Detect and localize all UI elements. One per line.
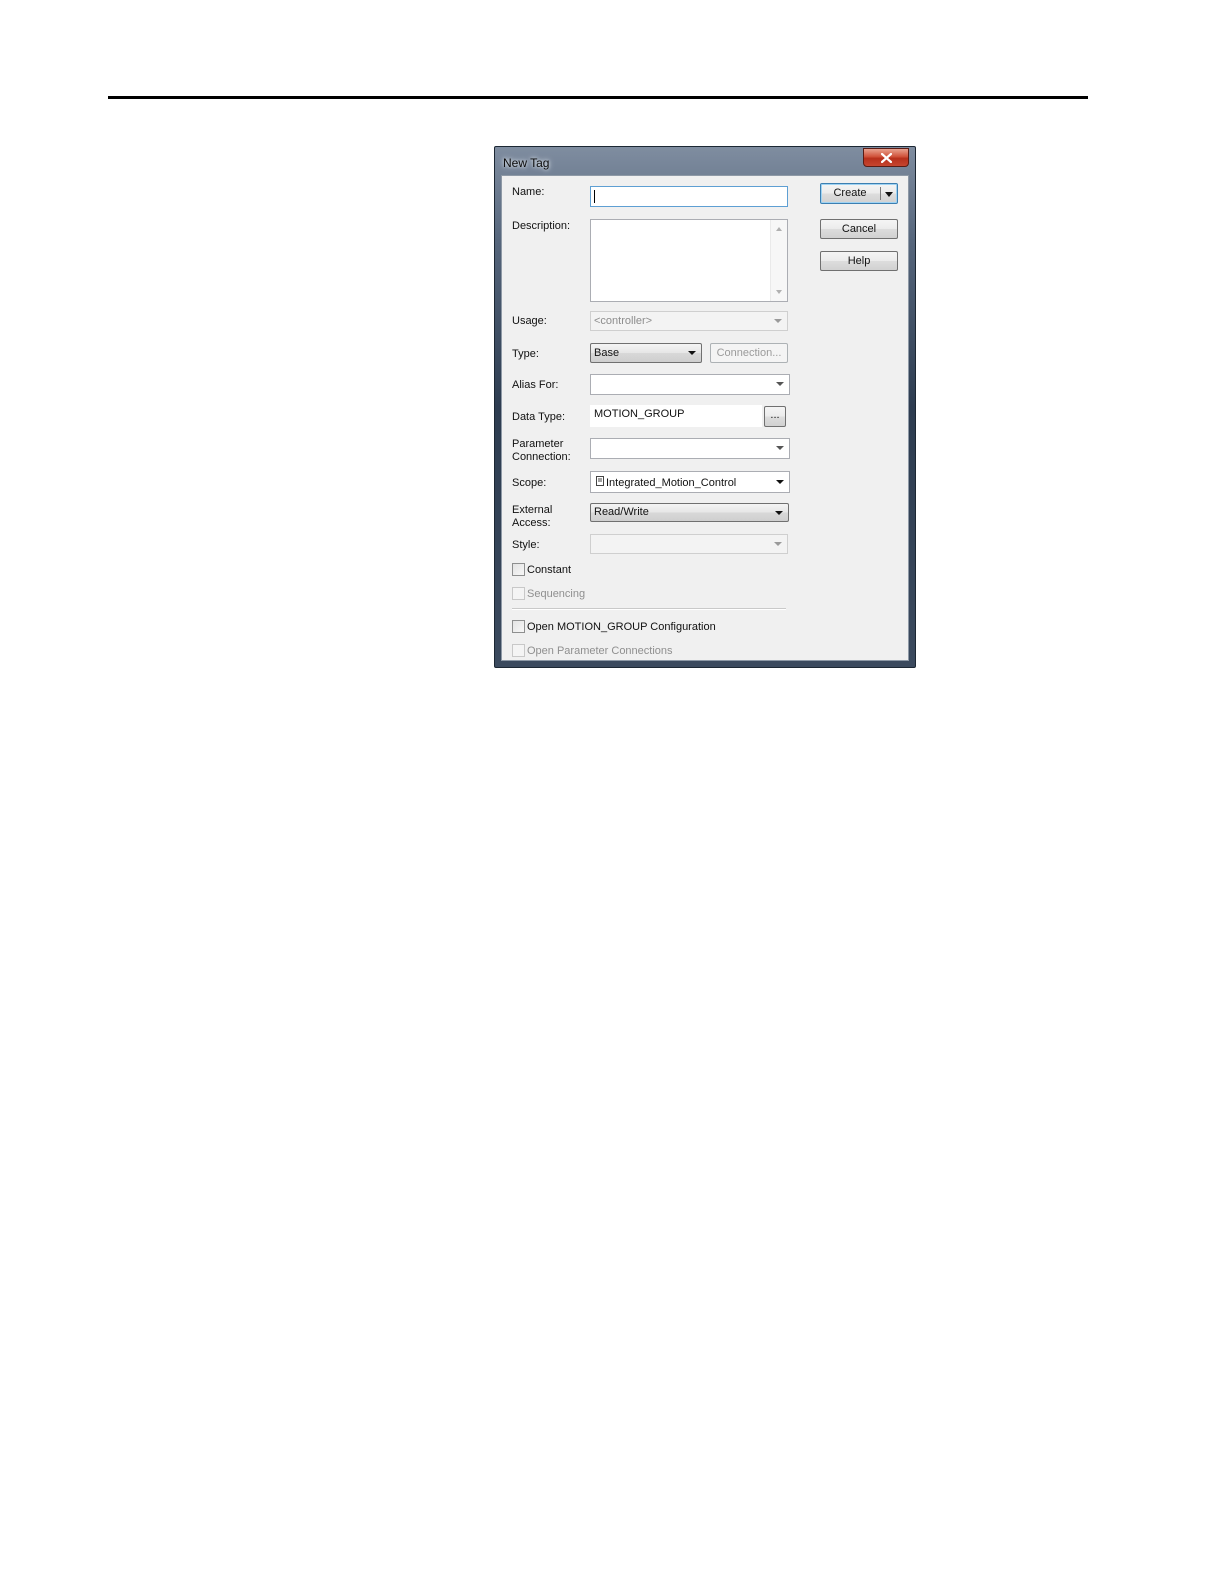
data-type-value: MOTION_GROUP xyxy=(594,408,685,420)
name-label: Name: xyxy=(512,186,545,198)
browse-button-label: ... xyxy=(770,409,780,421)
help-button[interactable]: Help xyxy=(820,251,898,271)
description-textarea[interactable] xyxy=(590,219,788,302)
cancel-button[interactable]: Cancel xyxy=(820,219,898,239)
chevron-down-icon xyxy=(776,382,784,386)
external-access-label-line1: External xyxy=(512,504,553,516)
usage-label: Usage: xyxy=(512,315,547,327)
description-label: Description: xyxy=(512,220,571,232)
type-label: Type: xyxy=(512,348,539,360)
options-separator xyxy=(512,608,786,610)
chevron-down-icon xyxy=(776,446,784,450)
chevron-down-icon xyxy=(776,480,784,484)
open-configuration-checkbox[interactable] xyxy=(512,620,525,633)
scope-label: Scope: xyxy=(512,477,547,489)
cancel-button-label: Cancel xyxy=(841,223,877,235)
scope-value: Integrated_Motion_Control xyxy=(606,477,737,489)
open-parameter-connections-checkbox[interactable] xyxy=(512,644,525,657)
new-tag-dialog: New Tag Name: Description: Usage: <contr… xyxy=(494,146,916,668)
data-type-browse-button[interactable]: ... xyxy=(764,406,786,427)
data-type-input[interactable]: MOTION_GROUP xyxy=(590,405,762,427)
sequencing-label: Sequencing xyxy=(527,588,586,600)
help-button-label: Help xyxy=(847,255,871,267)
open-configuration-label: Open MOTION_GROUP Configuration xyxy=(527,621,716,633)
sequencing-checkbox[interactable] xyxy=(512,587,525,600)
dialog-titlebar[interactable]: New Tag xyxy=(495,147,915,175)
open-parameter-connections-label: Open Parameter Connections xyxy=(527,645,673,657)
type-select[interactable]: Base xyxy=(590,343,702,363)
description-scrollbar[interactable] xyxy=(770,220,787,301)
split-divider xyxy=(880,187,881,200)
close-icon xyxy=(881,153,892,163)
external-access-value: Read/Write xyxy=(594,506,649,518)
scope-select[interactable]: Integrated_Motion_Control xyxy=(590,471,790,493)
dialog-body: Name: Description: Usage: <controller> T… xyxy=(501,175,909,661)
page-header-rule xyxy=(108,96,1088,99)
text-caret xyxy=(594,190,595,203)
alias-for-select[interactable] xyxy=(590,374,790,395)
usage-value: <controller> xyxy=(594,315,653,327)
parameter-connection-label-line2: Connection: xyxy=(512,451,571,463)
constant-label: Constant xyxy=(527,564,572,576)
chevron-down-icon xyxy=(688,351,696,355)
parameter-connection-select[interactable] xyxy=(590,438,790,459)
external-access-select[interactable]: Read/Write xyxy=(590,503,789,522)
create-button[interactable]: Create xyxy=(820,183,898,204)
chevron-down-icon[interactable] xyxy=(885,192,893,197)
type-value: Base xyxy=(594,347,620,359)
style-label: Style: xyxy=(512,539,540,551)
chevron-down-icon xyxy=(775,511,783,515)
style-select[interactable] xyxy=(590,534,788,554)
create-button-label: Create xyxy=(833,187,867,199)
data-type-label: Data Type: xyxy=(512,411,565,423)
close-button[interactable] xyxy=(863,148,909,167)
connection-button[interactable]: Connection... xyxy=(710,343,788,363)
alias-for-label: Alias For: xyxy=(512,379,559,391)
chevron-down-icon xyxy=(774,542,782,546)
parameter-connection-label-line1: Parameter xyxy=(512,438,564,450)
name-input[interactable] xyxy=(590,186,788,207)
scroll-up-icon[interactable] xyxy=(776,227,782,231)
constant-checkbox[interactable] xyxy=(512,563,525,576)
chevron-down-icon xyxy=(774,319,782,323)
controller-scope-icon xyxy=(596,476,604,486)
connection-button-label: Connection... xyxy=(716,347,782,359)
usage-select[interactable]: <controller> xyxy=(590,311,788,331)
dialog-title: New Tag xyxy=(503,156,550,170)
scroll-down-icon[interactable] xyxy=(776,290,782,294)
external-access-label-line2: Access: xyxy=(512,517,551,529)
